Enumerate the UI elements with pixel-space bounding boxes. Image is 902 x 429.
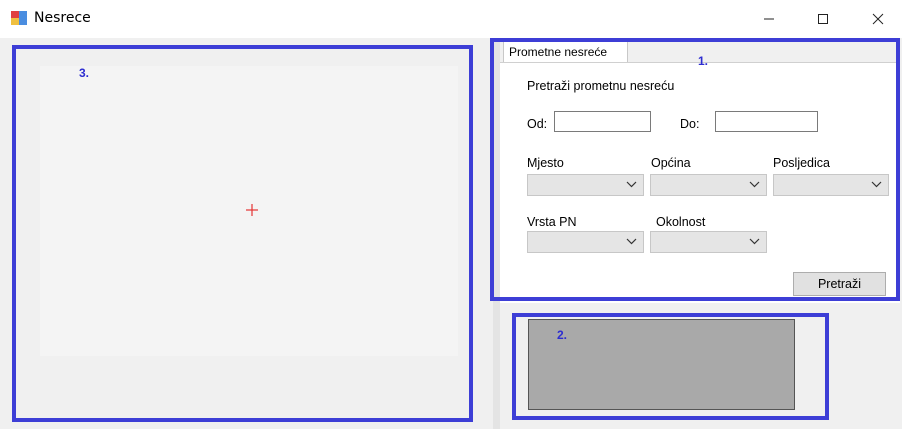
highlight-box-1 [490,38,900,301]
minimize-icon [764,18,774,20]
marker-label-2: 2. [557,328,568,342]
marker-label-1: 1. [698,54,709,68]
maximize-icon [818,14,828,24]
window-title: Nesrece [34,10,91,26]
maximize-button[interactable] [800,0,846,38]
crosshair-icon [246,204,258,216]
marker-label-3: 3. [79,66,90,80]
highlight-box-3 [12,45,473,422]
close-button[interactable] [855,0,901,38]
minimize-button[interactable] [746,0,792,38]
app-icon [11,11,27,25]
close-icon [872,13,884,25]
